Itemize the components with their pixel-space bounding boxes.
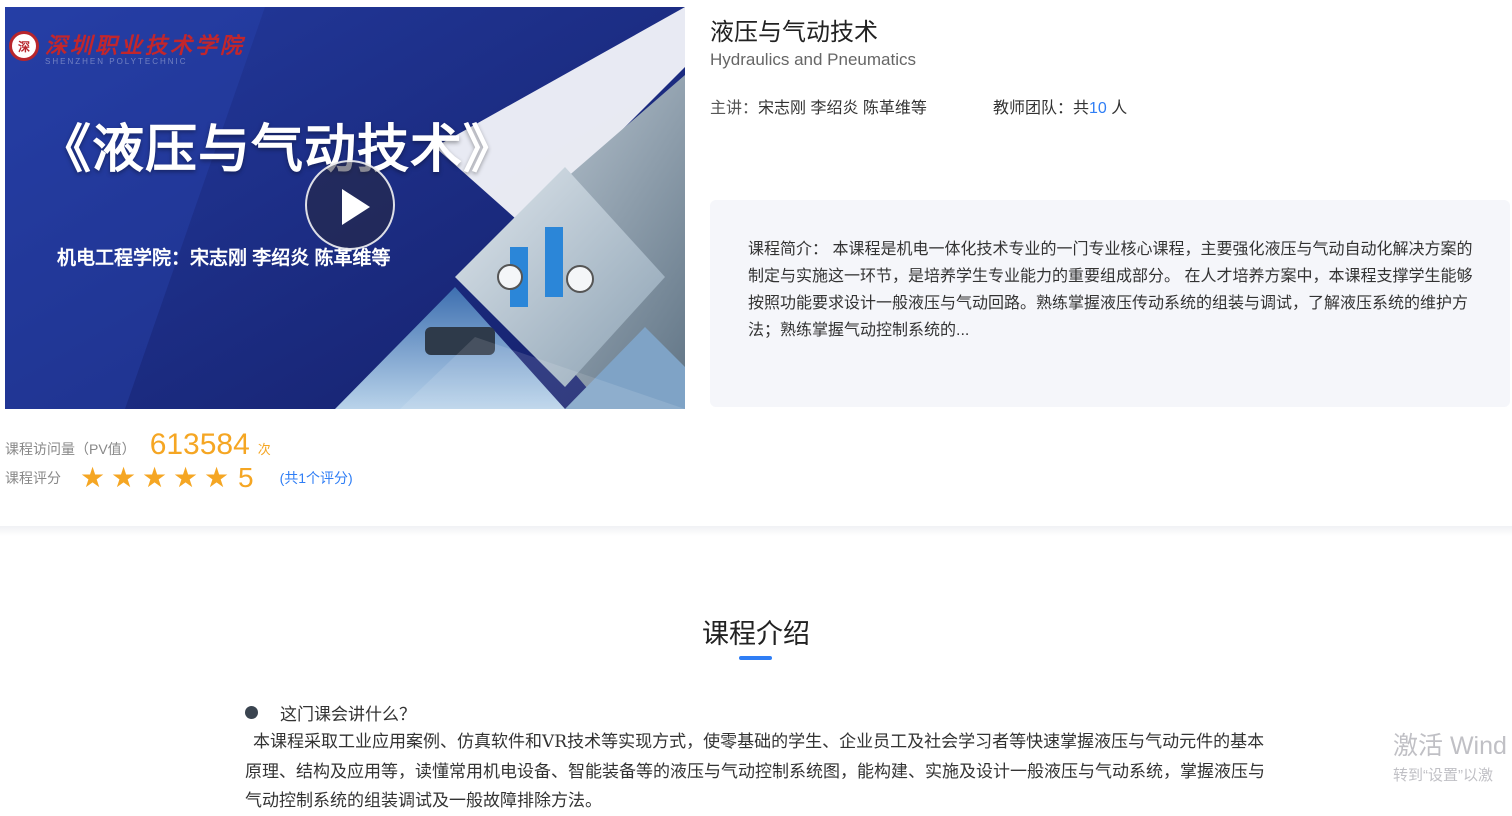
pv-label: 课程访问量（PV值） (5, 441, 136, 457)
cover-title: 《液压与气动技术》 (39, 121, 517, 179)
course-intro-text: 课程简介： 本课程是机电一体化技术专业的一门专业核心课程，主要强化液压与气动自动… (748, 241, 1473, 339)
watermark-line2: 转到“设置”以激 (1393, 767, 1493, 784)
school-seal-icon: 深 (9, 31, 39, 61)
header-divider (0, 526, 1512, 536)
pv-unit: 次 (257, 442, 271, 457)
team-suffix: 人 (1106, 100, 1128, 117)
course-title: 液压与气动技术 (710, 19, 878, 46)
lecturer-info: 主讲：宋志刚 李绍炎 陈革维等 (710, 94, 927, 118)
star-icon: ★ (172, 462, 199, 493)
course-intro-box: 课程简介： 本课程是机电一体化技术专业的一门专业核心课程，主要强化液压与气动自动… (710, 200, 1510, 407)
pv-value: 613584 (149, 428, 250, 461)
star-icon: ★ (141, 462, 168, 493)
windows-activation-watermark: 激活 Wind 转到“设置”以激 (1393, 726, 1507, 785)
question-text: 这门课会讲什么？ (280, 705, 416, 725)
lecturer-label: 主讲： (710, 100, 759, 117)
school-name: 深圳职业技术学院 (45, 33, 246, 59)
team-count[interactable]: 10 (1089, 100, 1107, 117)
bullet-icon (245, 706, 258, 719)
team-label: 教师团队： (993, 100, 1074, 117)
team-prefix: 共 (1073, 100, 1090, 117)
star-icon: ★ (79, 462, 106, 493)
rating-stars: ★ ★ ★ ★ ★ (77, 464, 232, 492)
teacher-team-info: 教师团队：共10 人 (993, 94, 1127, 118)
question-item: 这门课会讲什么？ (245, 700, 416, 725)
watermark-line1: 激活 Wind (1393, 732, 1507, 760)
play-icon[interactable] (305, 160, 395, 250)
rating-count-link[interactable]: (共1个评分) (280, 468, 353, 488)
star-icon: ★ (110, 462, 137, 493)
section-body-text: 本课程采取工业应用案例、仿真软件和VR技术等实现方式，使零基础的学生、企业员工及… (245, 732, 1265, 811)
rating-row: 课程评分 ★ ★ ★ ★ ★ 5 (共1个评分) (5, 462, 353, 494)
course-header: 深 深圳职业技术学院 SHENZHEN POLYTECHNIC 《液压与气动技术… (0, 0, 1512, 528)
rating-value: 5 (238, 462, 254, 493)
star-icon: ★ (203, 462, 230, 493)
lecturer-names: 宋志刚 李绍炎 陈革维等 (758, 100, 927, 117)
course-title-en: Hydraulics and Pneumatics (710, 50, 916, 69)
pv-row: 课程访问量（PV值） 613584 次 (5, 428, 271, 462)
school-name-en: SHENZHEN POLYTECHNIC (45, 57, 188, 66)
section-title: 课程介绍 (702, 619, 810, 649)
section-title-underline (739, 656, 772, 660)
course-cover-video[interactable]: 深 深圳职业技术学院 SHENZHEN POLYTECHNIC 《液压与气动技术… (5, 7, 685, 409)
rating-label: 课程评分 (5, 470, 61, 486)
